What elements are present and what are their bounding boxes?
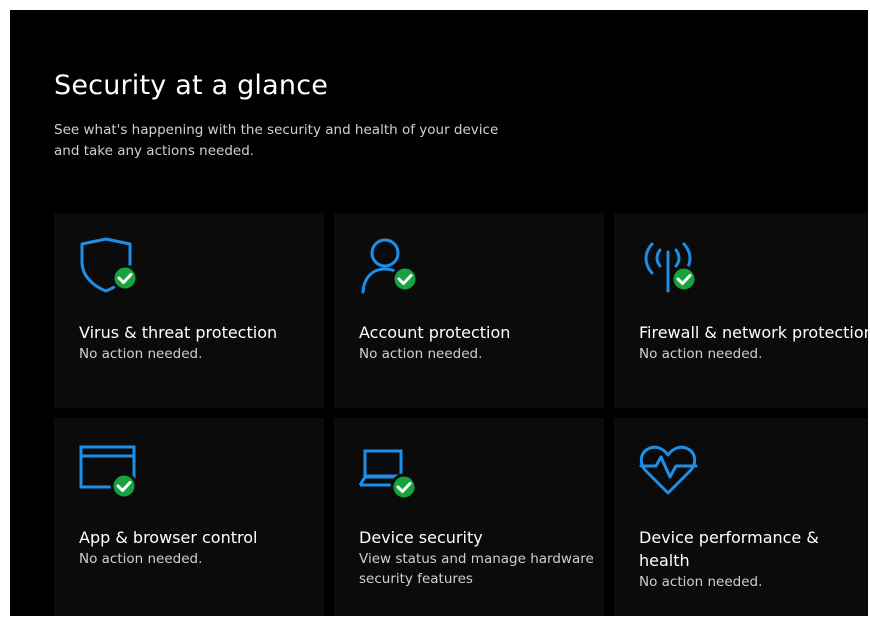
tile-device-performance-health[interactable]: Device performance & health No action ne… <box>614 418 868 616</box>
tile-status: No action needed. <box>79 551 203 567</box>
tile-title: Account protection <box>359 323 511 342</box>
tile-app-browser-control[interactable]: App & browser control No action needed. <box>54 418 324 616</box>
tile-status: No action needed. <box>639 574 763 590</box>
shield-icon <box>79 236 141 294</box>
tile-device-security[interactable]: Device security View status and manage h… <box>334 418 604 616</box>
checkmark-badge-icon <box>110 472 138 500</box>
antenna-icon <box>639 236 701 294</box>
tile-title: Virus & threat protection <box>79 323 278 342</box>
heart-pulse-icon <box>639 441 701 499</box>
windows-security-panel: Security at a glance See what's happenin… <box>10 10 868 616</box>
tile-title: App & browser control <box>79 528 258 547</box>
checkmark-badge-icon <box>391 265 419 293</box>
tile-status: No action needed. <box>639 346 763 362</box>
tile-title: Firewall & network protection <box>639 323 868 342</box>
checkmark-badge-icon <box>390 473 418 501</box>
tile-status: No action needed. <box>359 346 483 362</box>
checkmark-badge-icon <box>111 264 139 292</box>
checkmark-badge-icon <box>670 265 698 293</box>
tile-title: Device performance & health <box>639 528 819 570</box>
tile-status: No action needed. <box>79 346 203 362</box>
page-title: Security at a glance <box>54 70 329 101</box>
tile-status: View status and manage hardware security… <box>359 551 594 587</box>
laptop-icon <box>358 441 421 501</box>
tile-virus-threat-protection[interactable]: Virus & threat protection No action need… <box>54 213 324 408</box>
person-icon <box>359 236 421 294</box>
tile-title: Device security <box>359 528 483 547</box>
tile-account-protection[interactable]: Account protection No action needed. <box>334 213 604 408</box>
browser-window-icon <box>79 441 141 500</box>
page-subtitle: See what's happening with the security a… <box>54 122 499 159</box>
tile-firewall-network-protection[interactable]: Firewall & network protection No action … <box>614 213 868 408</box>
